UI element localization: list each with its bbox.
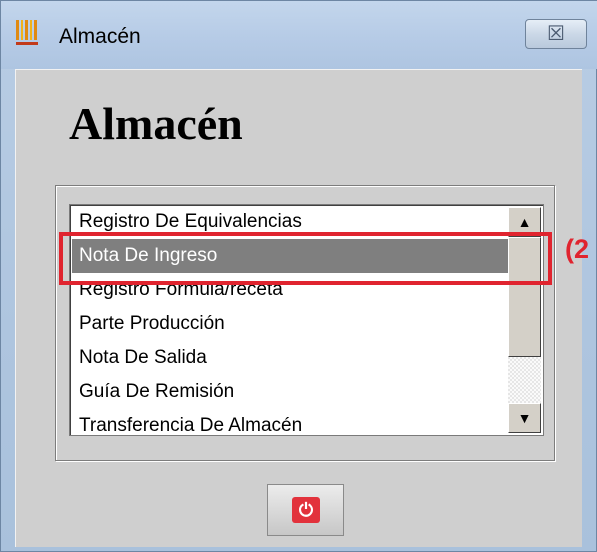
barcode-icon	[15, 19, 45, 47]
exit-button[interactable]: ⏻	[267, 484, 344, 536]
close-icon: ☒	[547, 23, 565, 45]
annotation-highlight-box	[59, 232, 552, 285]
close-button[interactable]: ☒	[525, 19, 587, 49]
arrow-down-icon: ▼	[517, 410, 532, 426]
list-item[interactable]: Transferencia De Almacén	[72, 409, 508, 433]
window-title: Almacén	[59, 25, 141, 48]
app-window: Almacén ☒ Almacén Registro De Equivalenc…	[0, 0, 597, 552]
page-title: Almacén	[69, 98, 243, 149]
annotation-label: (2	[565, 234, 590, 264]
scroll-down-button[interactable]: ▼	[508, 403, 541, 433]
power-icon: ⏻	[292, 497, 320, 523]
arrow-up-icon: ▲	[517, 214, 532, 230]
title-bar[interactable]: Almacén ☒	[1, 1, 597, 69]
list-item[interactable]: Parte Producción	[72, 307, 508, 341]
list-item[interactable]: Nota De Salida	[72, 341, 508, 375]
list-item[interactable]: Guía De Remisión	[72, 375, 508, 409]
